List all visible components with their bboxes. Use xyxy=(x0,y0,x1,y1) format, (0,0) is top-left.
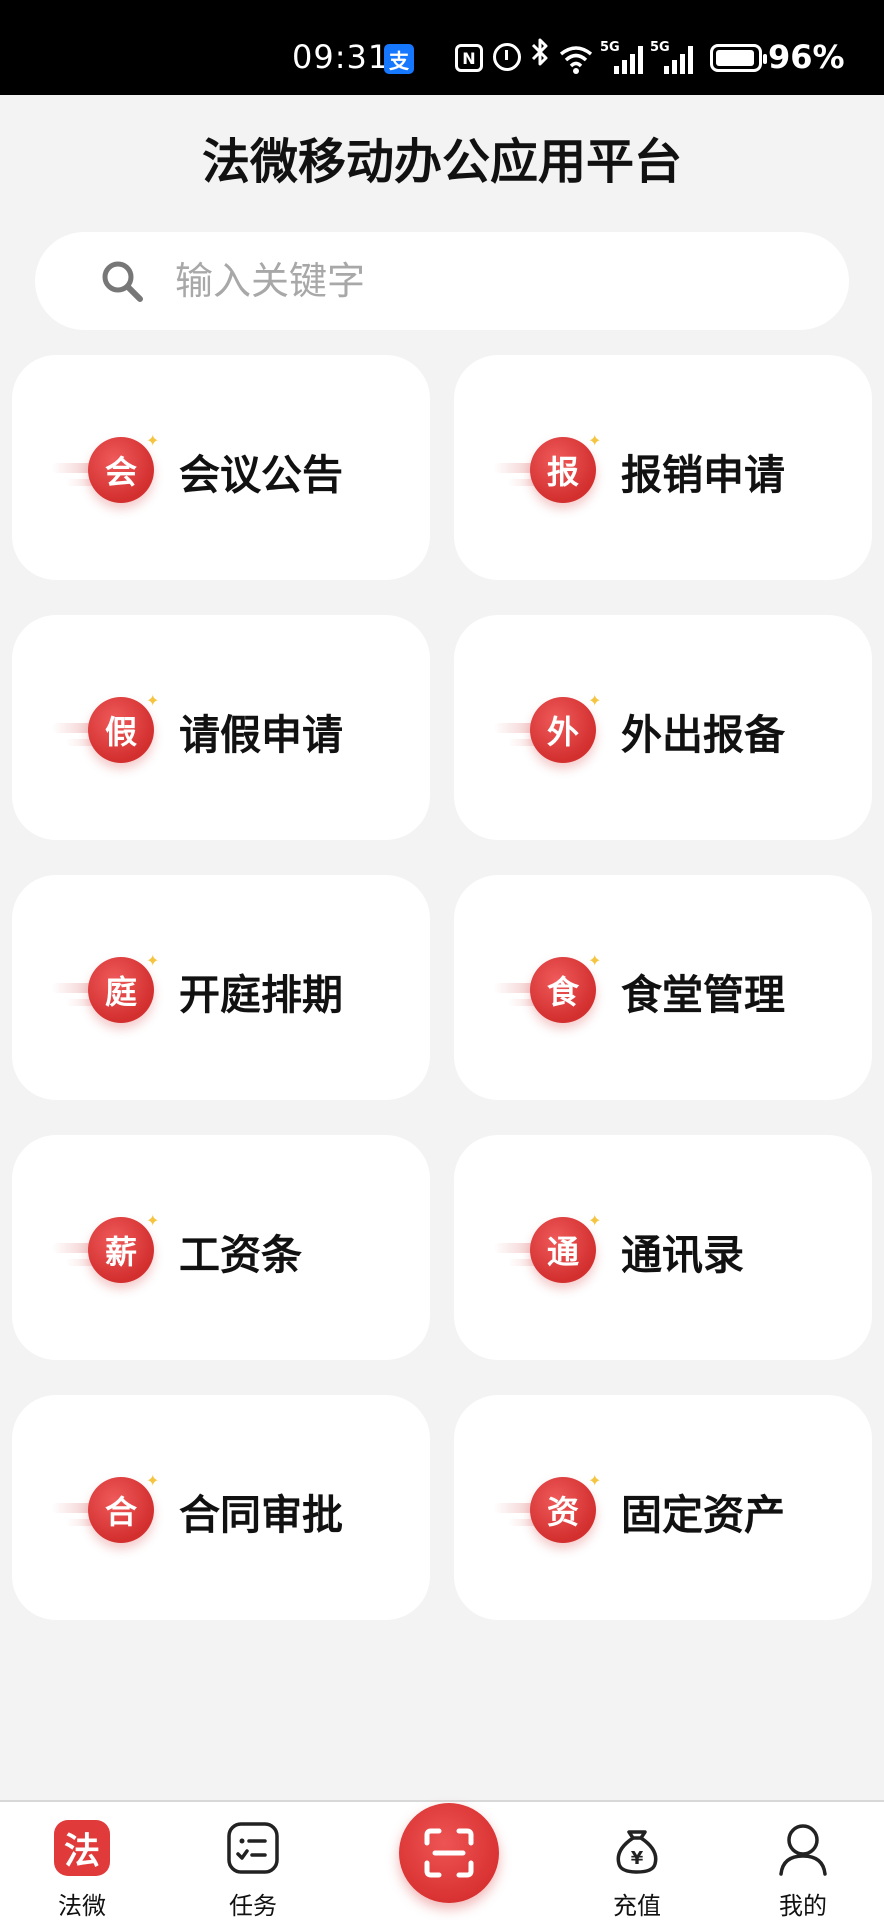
search-bar[interactable] xyxy=(35,232,849,330)
svg-text:¥: ¥ xyxy=(631,1848,644,1869)
app-card-canteen[interactable]: 食 ✦ 食堂管理 xyxy=(454,875,872,1100)
nav-item-tasks[interactable]: 任务 xyxy=(193,1802,313,1920)
scan-button[interactable] xyxy=(399,1803,499,1903)
app-label: 外出报备 xyxy=(621,711,785,759)
app-label: 报销申请 xyxy=(621,451,785,499)
wifi-icon xyxy=(558,40,594,76)
payslip-icon: 薪 ✦ xyxy=(52,1211,162,1283)
nav-label: 法微 xyxy=(58,1892,106,1920)
app-card-payslip[interactable]: 薪 ✦ 工资条 xyxy=(12,1135,430,1360)
app-label: 工资条 xyxy=(179,1231,302,1279)
app-label: 食堂管理 xyxy=(621,971,785,1019)
app-card-fixed-assets[interactable]: 资 ✦ 固定资产 xyxy=(454,1395,872,1620)
status-time: 09:31 xyxy=(292,38,390,76)
leave-icon: 假 ✦ xyxy=(52,691,162,763)
reimbursement-icon: 报 ✦ xyxy=(494,431,604,503)
nav-item-recharge[interactable]: ¥ 充值 xyxy=(577,1802,697,1920)
nfc-icon: N xyxy=(455,44,483,72)
assets-icon: 资 ✦ xyxy=(494,1471,604,1543)
signal-icon: 5G xyxy=(600,40,646,74)
nav-label: 充值 xyxy=(613,1892,661,1920)
money-bag-icon: ¥ xyxy=(609,1820,665,1876)
bluetooth-icon xyxy=(530,36,550,76)
app-card-meeting-notice[interactable]: 会 ✦ 会议公告 xyxy=(12,355,430,580)
user-icon xyxy=(775,1820,831,1876)
app-card-contacts[interactable]: 通 ✦ 通讯录 xyxy=(454,1135,872,1360)
nav-item-mine[interactable]: 我的 xyxy=(743,1802,863,1920)
court-icon: 庭 ✦ xyxy=(52,951,162,1023)
app-card-contract-approval[interactable]: 合 ✦ 合同审批 xyxy=(12,1395,430,1620)
alipay-icon: 支 xyxy=(384,44,414,74)
signal-icon: 5G xyxy=(650,40,696,74)
app-label: 会议公告 xyxy=(179,451,343,499)
nav-label: 任务 xyxy=(229,1892,277,1920)
page-title: 法微移动办公应用平台 xyxy=(201,134,682,190)
app-card-court-schedule[interactable]: 庭 ✦ 开庭排期 xyxy=(12,875,430,1100)
task-list-icon xyxy=(225,1820,281,1876)
search-input[interactable] xyxy=(175,250,815,312)
app-card-reimbursement[interactable]: 报 ✦ 报销申请 xyxy=(454,355,872,580)
app-label: 合同审批 xyxy=(179,1491,343,1539)
alarm-icon xyxy=(493,43,521,71)
app-card-outing-report[interactable]: 外 ✦ 外出报备 xyxy=(454,615,872,840)
status-bar: 09:31 支 N 5G 5G 96% xyxy=(0,0,884,95)
canteen-icon: 食 ✦ xyxy=(494,951,604,1023)
search-icon xyxy=(99,258,145,304)
contacts-icon: 通 ✦ xyxy=(494,1211,604,1283)
contract-icon: 合 ✦ xyxy=(52,1471,162,1543)
fawei-icon: 法 xyxy=(54,1820,110,1876)
app-label: 请假申请 xyxy=(179,711,343,759)
app-grid: 会 ✦ 会议公告 报 ✦ 报销申请 假 ✦ 请假申请 外 ✦ 外出报备 庭 ✦ 开庭排期 xyxy=(12,355,872,1620)
meeting-icon: 会 ✦ xyxy=(52,431,162,503)
outing-icon: 外 ✦ xyxy=(494,691,604,763)
battery-percent: 96% xyxy=(768,38,845,76)
battery-icon xyxy=(710,44,767,72)
scan-icon xyxy=(424,1828,474,1878)
app-card-leave-request[interactable]: 假 ✦ 请假申请 xyxy=(12,615,430,840)
app-label: 通讯录 xyxy=(621,1231,744,1279)
app-label: 固定资产 xyxy=(621,1491,785,1539)
nav-item-fawei[interactable]: 法 法微 xyxy=(22,1802,142,1920)
app-label: 开庭排期 xyxy=(179,971,343,1019)
nav-label: 我的 xyxy=(779,1892,827,1920)
